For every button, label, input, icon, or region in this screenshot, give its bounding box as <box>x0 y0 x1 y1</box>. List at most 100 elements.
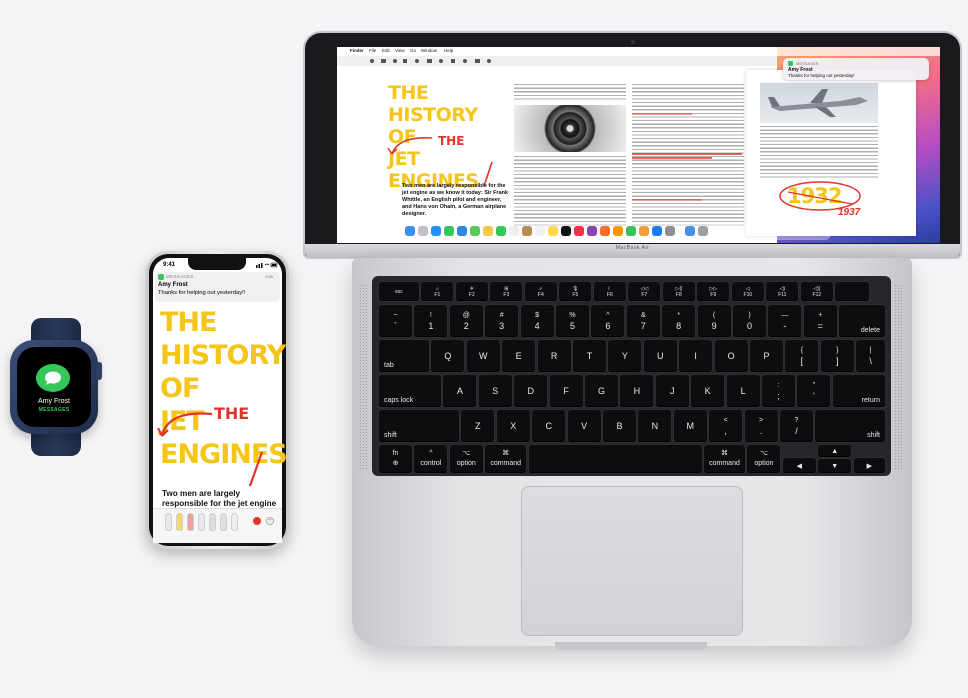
messages-dock-icon[interactable] <box>444 226 454 236</box>
key-sym-1[interactable]: >. <box>744 410 778 442</box>
arrow-left-key[interactable]: ◀ <box>782 458 816 473</box>
fn-key-0[interactable]: esc <box>379 282 419 301</box>
menu-go[interactable]: Go <box>410 48 416 53</box>
trash-dock-icon[interactable] <box>698 226 708 236</box>
control-key[interactable]: ^ control <box>414 445 448 473</box>
key-k[interactable]: K <box>691 375 725 407</box>
mail-dock-icon[interactable] <box>457 226 467 236</box>
tv-dock-icon[interactable] <box>561 226 571 236</box>
key-d[interactable]: D <box>514 375 548 407</box>
key-num-10[interactable]: ) 0 <box>733 305 766 337</box>
fn-key-1[interactable]: ☼ F1 <box>421 282 454 301</box>
key-punct-0[interactable]: :; <box>762 375 795 407</box>
numbers-dock-icon[interactable] <box>626 226 636 236</box>
key-num-4[interactable]: $4 <box>520 305 554 337</box>
fn-key-2[interactable]: ☀ F2 <box>455 282 488 301</box>
key-r[interactable]: R <box>537 340 571 372</box>
key-num-9[interactable]: (9 <box>697 305 731 337</box>
key-sym-2[interactable]: ? / <box>780 410 813 442</box>
key-l[interactable]: L <box>726 375 760 407</box>
tab-key[interactable]: tab <box>379 340 429 372</box>
safari-dock-icon[interactable] <box>431 226 441 236</box>
key-b[interactable]: B <box>603 410 636 442</box>
caps-lock-key[interactable]: caps lock <box>379 375 441 407</box>
lasso-tool-icon[interactable] <box>210 514 215 530</box>
fn-key-6[interactable]: ☾ F6 <box>593 282 626 301</box>
key-y[interactable]: Y <box>608 340 642 372</box>
color-picker-icon[interactable] <box>253 517 261 525</box>
settings-dock-icon[interactable] <box>665 226 675 236</box>
watch-messages-icon[interactable] <box>36 364 70 392</box>
key-p[interactable]: P <box>750 340 783 372</box>
key-f[interactable]: F <box>549 375 583 407</box>
launchpad-dock-icon[interactable] <box>418 226 428 236</box>
space-bar[interactable] <box>528 445 702 473</box>
fountain-pen-icon[interactable] <box>232 514 237 530</box>
arrow-down-key[interactable]: ▼ <box>818 459 852 473</box>
key-z[interactable]: Z <box>461 410 495 442</box>
menu-edit[interactable]: Edit <box>382 48 390 53</box>
key-num-0[interactable]: ~ ` <box>379 305 412 337</box>
command-left-key[interactable]: ⌘ command <box>485 445 527 473</box>
eraser-tool-icon[interactable] <box>199 514 204 530</box>
key-g[interactable]: G <box>585 375 618 407</box>
facetime-dock-icon[interactable] <box>496 226 506 236</box>
fn-key-5[interactable]: 🎙 F5 <box>559 282 592 301</box>
key-e[interactable]: E <box>502 340 536 372</box>
photos-dock-icon[interactable] <box>483 226 493 236</box>
news-dock-icon[interactable] <box>600 226 610 236</box>
key-num-12[interactable]: + = <box>803 305 837 337</box>
key-num-2[interactable]: @2 <box>449 305 483 337</box>
key-num-6[interactable]: ^ 6 <box>591 305 625 337</box>
key-j[interactable]: J <box>655 375 689 407</box>
key-num-5[interactable]: % 5 <box>556 305 589 337</box>
key-bracket-1[interactable]: }] <box>820 340 854 372</box>
key-x[interactable]: X <box>496 410 530 442</box>
fn-key-3[interactable]: ⊞ F3 <box>490 282 523 301</box>
trackpad[interactable] <box>521 486 743 636</box>
marker-tool-icon[interactable] <box>177 514 182 530</box>
fn-key-11[interactable]: ◁) F11 <box>766 282 799 301</box>
key-n[interactable]: N <box>638 410 672 442</box>
key-o[interactable]: O <box>714 340 748 372</box>
notes-dock-icon[interactable] <box>548 226 558 236</box>
menu-finder[interactable]: Finder <box>350 48 364 53</box>
downloads-dock-icon[interactable] <box>685 226 695 236</box>
watch-digital-crown[interactable] <box>96 362 102 380</box>
menu-help[interactable]: Help <box>444 48 453 53</box>
key-w[interactable]: W <box>466 340 500 372</box>
key-i[interactable]: I <box>679 340 713 372</box>
fn-key-13[interactable] <box>835 282 870 301</box>
key-num-11[interactable]: — - <box>768 305 802 337</box>
key-s[interactable]: S <box>478 375 512 407</box>
arrow-up-key[interactable]: ▲ <box>818 445 852 457</box>
key-bracket-2[interactable]: | \ <box>856 340 885 372</box>
menu-view[interactable]: View <box>395 48 405 53</box>
pencil-tool-icon[interactable] <box>188 514 193 530</box>
pages-dock-icon[interactable] <box>639 226 649 236</box>
delete-key[interactable]: delete <box>839 305 885 337</box>
fn-key-12[interactable]: ◁)) F12 <box>800 282 833 301</box>
option-right-key[interactable]: ⌥ option <box>747 445 781 473</box>
key-q[interactable]: Q <box>431 340 465 372</box>
fn-key-4[interactable]: ⌕ F4 <box>524 282 557 301</box>
music-dock-icon[interactable] <box>574 226 584 236</box>
return-key[interactable]: return <box>832 375 885 407</box>
key-sym-0[interactable]: <, <box>709 410 743 442</box>
key-v[interactable]: V <box>567 410 601 442</box>
ruler-tool-icon[interactable] <box>221 514 226 530</box>
command-right-key[interactable]: ⌘ command <box>704 445 745 473</box>
app-store-dock-icon[interactable] <box>652 226 662 236</box>
key-num-7[interactable]: & 7 <box>626 305 660 337</box>
pen-tool-icon[interactable] <box>166 514 171 530</box>
key-t[interactable]: T <box>573 340 606 372</box>
key-punct-1[interactable]: " ' <box>797 375 831 407</box>
menu-file[interactable]: File <box>369 48 376 53</box>
key-a[interactable]: A <box>443 375 477 407</box>
key-m[interactable]: M <box>673 410 707 442</box>
arrow-right-key[interactable]: ▶ <box>853 458 885 473</box>
calendar-dock-icon[interactable] <box>509 226 519 236</box>
toolbar-icons[interactable] <box>367 56 587 66</box>
option-left-key[interactable]: ⌥ option <box>449 445 483 473</box>
maps-dock-icon[interactable] <box>470 226 480 236</box>
